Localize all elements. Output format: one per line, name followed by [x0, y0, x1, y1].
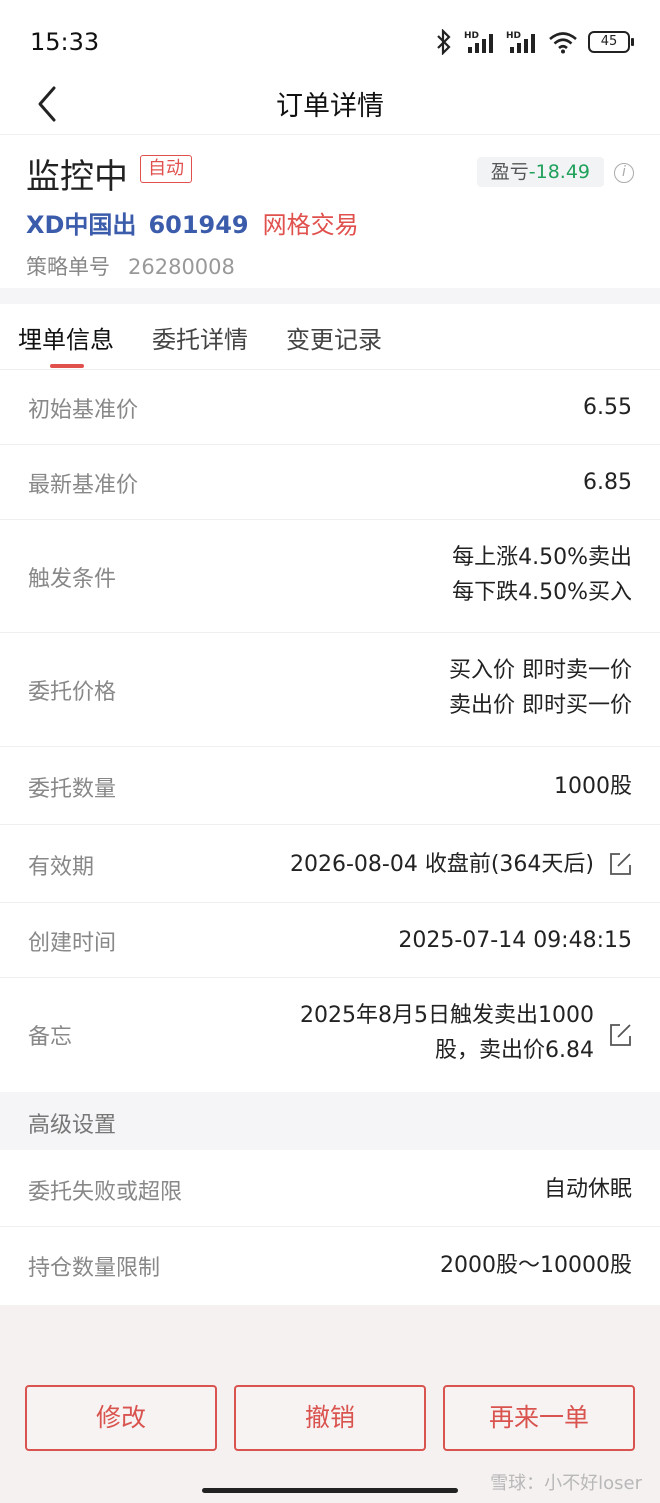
home-indicator[interactable] — [202, 1488, 458, 1493]
row-position-limit: 持仓数量限制 2000股～10000股 — [0, 1227, 660, 1305]
row-label: 委托价格 — [28, 680, 117, 705]
row-trigger-condition: 触发条件 每上涨4.50%卖出 每下跌4.50%买入 — [0, 520, 660, 633]
bottom-action-bar: 修改 撤销 再来一单 雪球：小不好loser — [0, 1305, 660, 1503]
strategy-type: 网格交易 — [262, 211, 359, 239]
detail-list: 初始基准价 6.55 最新基准价 6.85 触发条件 每上涨4.50%卖出 每下… — [0, 370, 660, 1092]
order-summary: 监控中 自动 盈亏-18.49 i XD中国出 601949 网格交易 策略单号 26… — [0, 134, 660, 288]
nav-bar: 订单详情 — [0, 80, 660, 134]
row-label: 有效期 — [28, 855, 95, 880]
edit-icon[interactable] — [608, 852, 632, 876]
watermark: 雪球：小不好loser — [490, 1473, 642, 1494]
row-created-time: 创建时间 2025-07-14 09:48:15 — [0, 903, 660, 978]
hd-label-2: HD — [506, 31, 521, 41]
advanced-settings-list: 委托失败或超限 自动休眠 持仓数量限制 2000股～10000股 — [0, 1150, 660, 1305]
row-label: 创建时间 — [28, 931, 117, 956]
bluetooth-icon — [437, 29, 451, 55]
row-value: 买入价 即时卖一价 卖出价 即时买一价 — [449, 653, 632, 723]
info-icon[interactable]: i — [614, 163, 634, 183]
signal-icon-2: HD — [506, 31, 535, 53]
row-label: 触发条件 — [28, 567, 117, 592]
row-initial-base-price: 初始基准价 6.55 — [0, 370, 660, 445]
row-label: 委托失败或超限 — [28, 1180, 183, 1205]
row-value: 每上涨4.50%卖出 每下跌4.50%买入 — [452, 540, 632, 610]
hd-label: HD — [464, 31, 479, 41]
row-value-line: 每上涨4.50%卖出 — [452, 545, 632, 570]
row-value: 自动休眠 — [543, 1177, 632, 1202]
mode-tag: 自动 — [140, 155, 192, 183]
cancel-order-button[interactable]: 撤销 — [234, 1385, 426, 1451]
order-number-label: 策略单号 — [26, 255, 110, 279]
battery-icon: 45 — [588, 31, 634, 53]
order-again-button[interactable]: 再来一单 — [443, 1385, 635, 1451]
wifi-icon — [549, 32, 577, 54]
active-tab-indicator — [50, 364, 84, 368]
status-icons: HD HD 45 — [434, 28, 634, 56]
section-title: 高级设置 — [28, 1113, 117, 1138]
status-bar: 15:33 HD HD 45 — [0, 0, 660, 80]
pnl-badge: 盈亏-18.49 — [476, 157, 604, 187]
page-title: 订单详情 — [276, 91, 384, 122]
row-label: 持仓数量限制 — [28, 1256, 161, 1281]
order-number: 26280008 — [128, 255, 235, 279]
row-value-line: 卖出价 即时买一价 — [449, 693, 632, 718]
row-value-line: 每下跌4.50%买入 — [452, 580, 632, 605]
row-memo[interactable]: 备忘 2025年8月5日触发卖出1000 股，卖出价6.84 — [0, 978, 660, 1092]
tab-entrust-details[interactable]: 委托详情 — [152, 320, 248, 355]
row-value: 2000股～10000股 — [440, 1253, 632, 1278]
pnl-label: 盈亏 — [490, 161, 529, 183]
row-entrust-failure: 委托失败或超限 自动休眠 — [0, 1150, 660, 1227]
tab-order-info[interactable]: 埋单信息 — [18, 320, 114, 355]
row-value: 6.55 — [583, 395, 632, 420]
row-value: 1000股 — [554, 774, 632, 799]
advanced-settings-header: 高级设置 — [0, 1092, 660, 1150]
stock-code[interactable]: 601949 — [148, 211, 248, 239]
row-latest-base-price: 最新基准价 6.85 — [0, 445, 660, 520]
row-label: 初始基准价 — [28, 398, 139, 423]
tab-change-log[interactable]: 变更记录 — [286, 320, 382, 355]
row-value: 6.85 — [583, 470, 632, 495]
status-time: 15:33 — [30, 28, 100, 56]
order-status: 监控中 — [26, 157, 128, 197]
pnl-value: -18.49 — [528, 161, 590, 183]
row-entrust-quantity: 委托数量 1000股 — [0, 747, 660, 825]
row-value: 2025年8月5日触发卖出1000 股，卖出价6.84 — [300, 998, 594, 1068]
row-label: 委托数量 — [28, 777, 117, 802]
row-validity[interactable]: 有效期 2026-08-04 收盘前(364天后) — [0, 825, 660, 903]
row-value: 2025-07-14 09:48:15 — [398, 928, 632, 953]
row-value-line: 股，卖出价6.84 — [435, 1038, 594, 1063]
stock-line: XD中国出 601949 网格交易 — [26, 205, 359, 240]
row-value-line: 买入价 即时卖一价 — [449, 658, 632, 683]
order-number-line: 策略单号 26280008 — [26, 251, 235, 281]
stock-name[interactable]: XD中国出 — [26, 211, 136, 239]
tab-bar: 埋单信息 委托详情 变更记录 — [0, 304, 660, 370]
row-entrust-price: 委托价格 买入价 即时卖一价 卖出价 即时买一价 — [0, 633, 660, 747]
row-value: 2026-08-04 收盘前(364天后) — [289, 852, 594, 877]
signal-icon: HD — [464, 31, 493, 53]
row-label: 最新基准价 — [28, 473, 139, 498]
row-value-line: 2025年8月5日触发卖出1000 — [300, 1003, 594, 1028]
modify-button[interactable]: 修改 — [25, 1385, 217, 1451]
edit-icon[interactable] — [608, 1023, 632, 1047]
row-label: 备忘 — [28, 1025, 73, 1050]
